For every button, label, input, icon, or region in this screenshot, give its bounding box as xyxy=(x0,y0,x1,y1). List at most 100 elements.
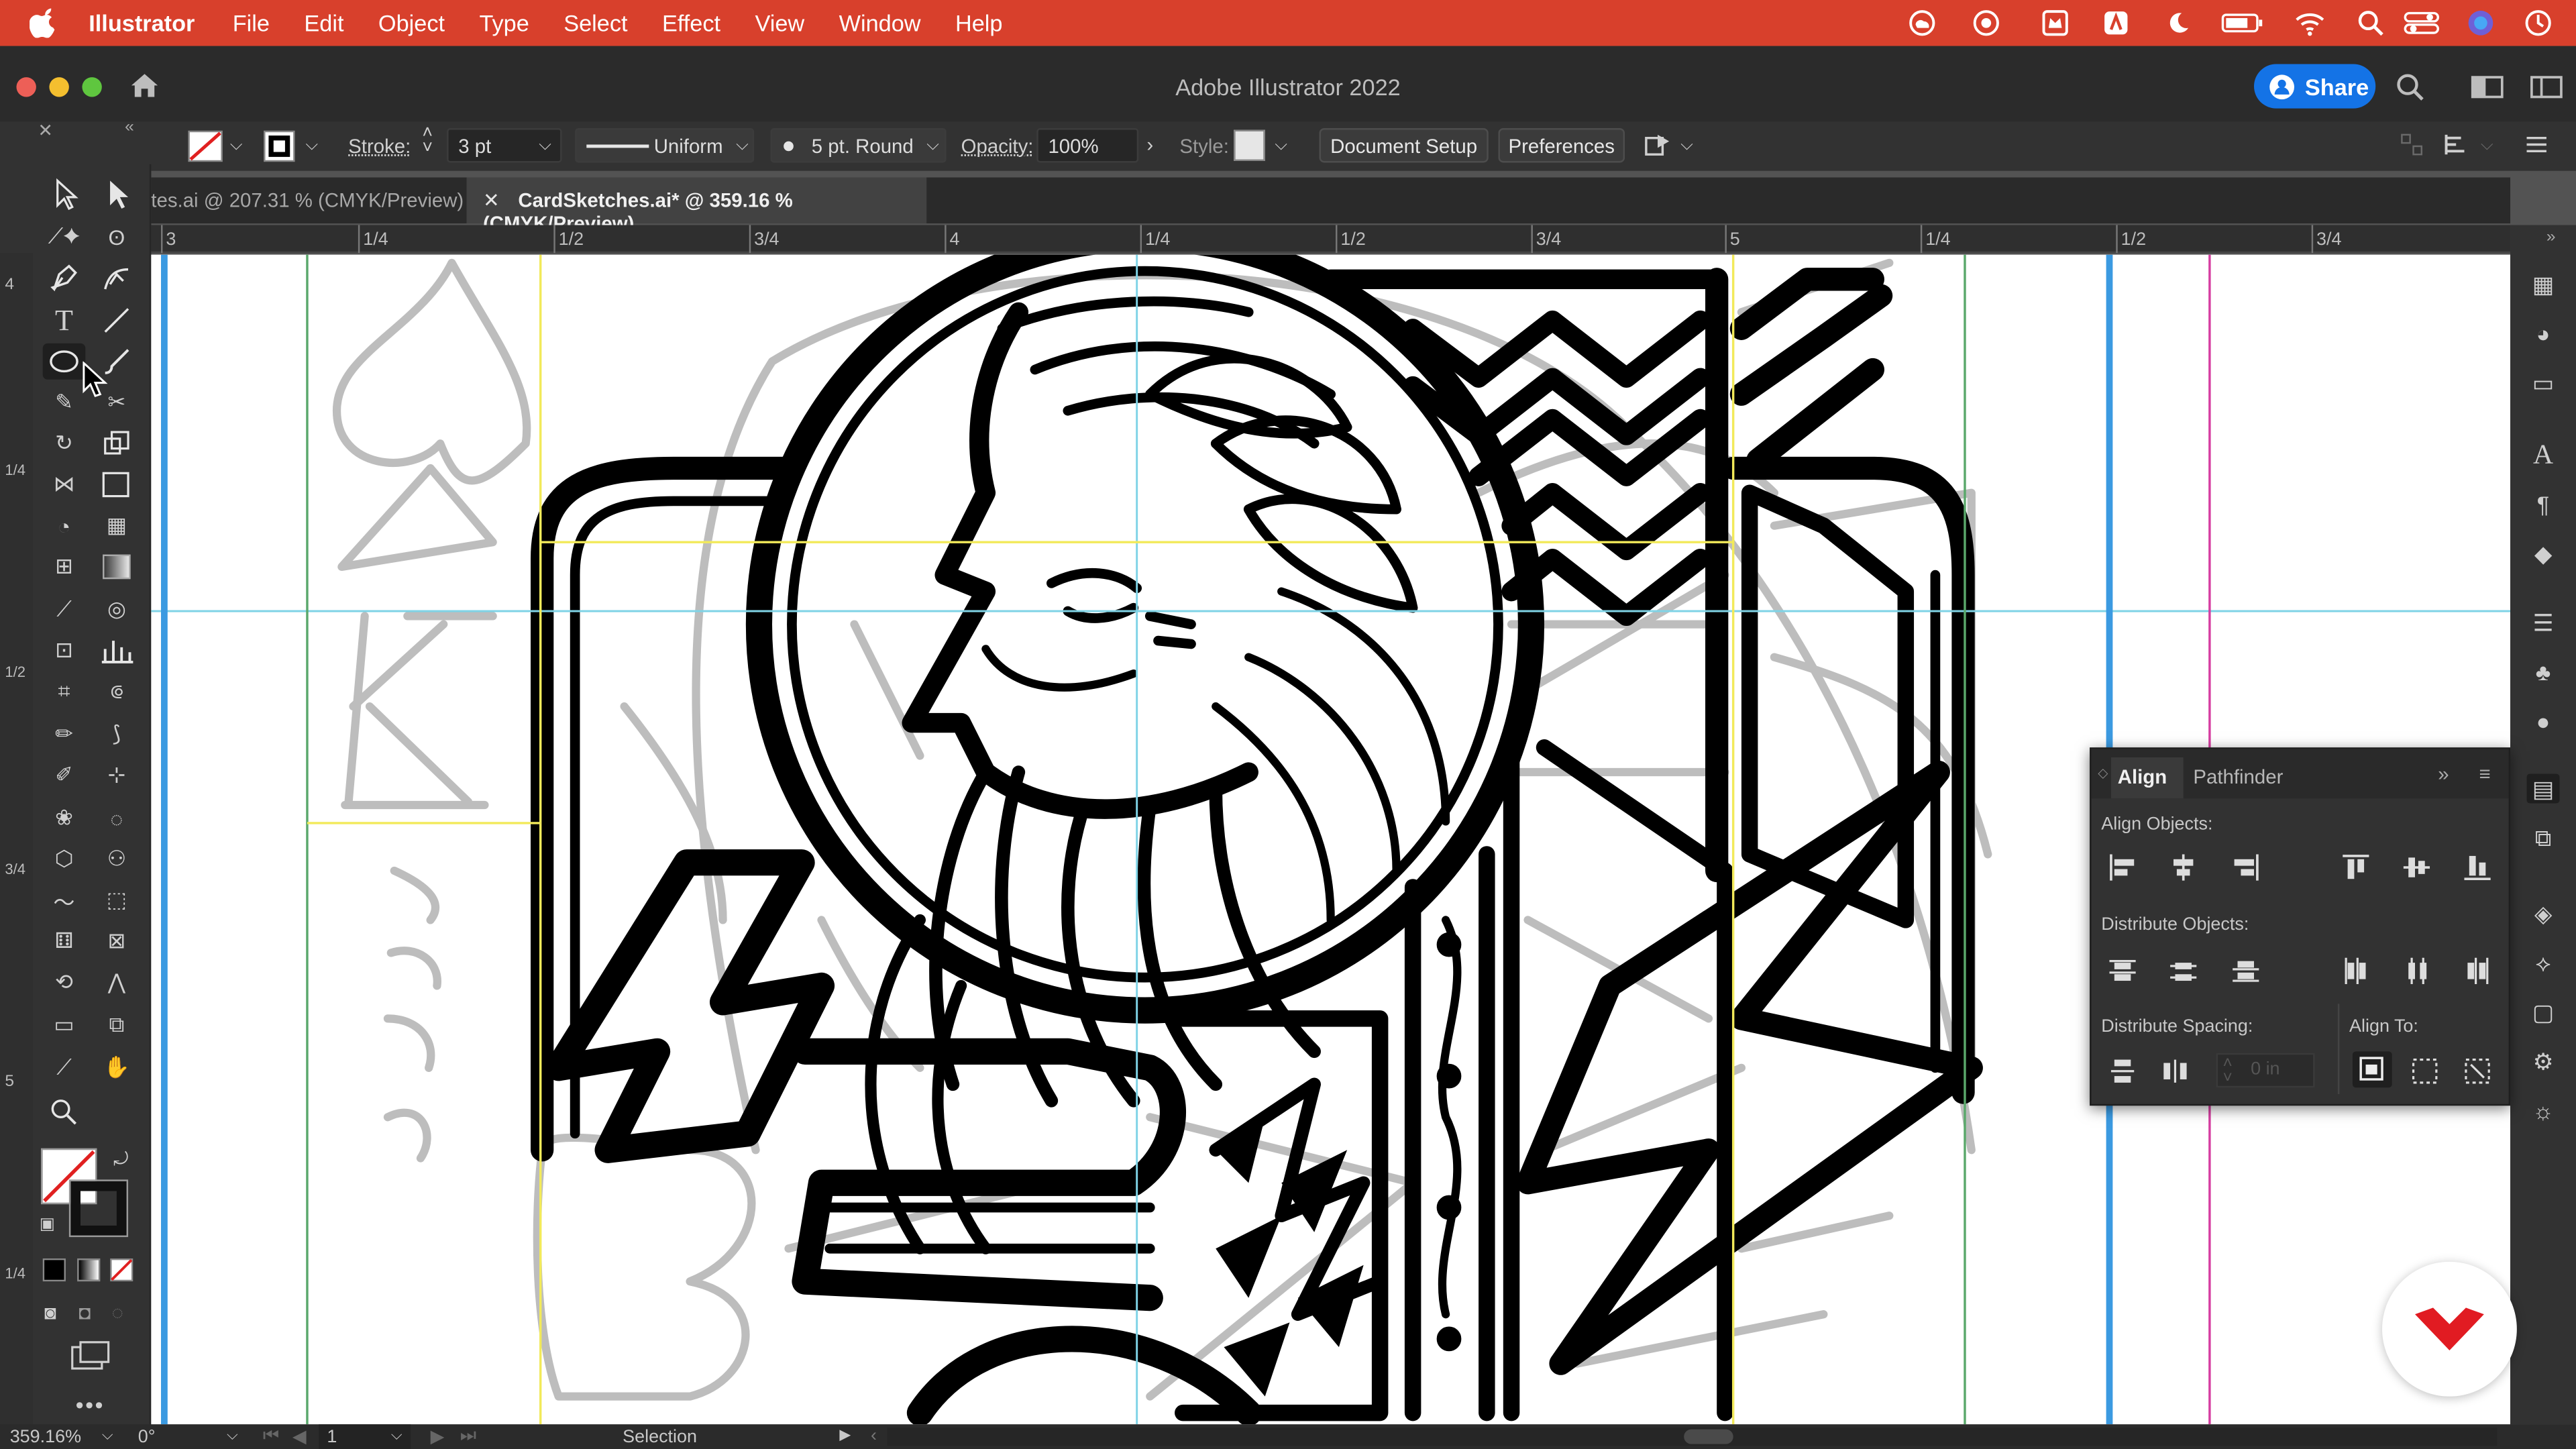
artboards-panel-icon[interactable]: ▢ xyxy=(2527,998,2560,1027)
previous-artboard-icon[interactable]: ◀ xyxy=(292,1426,307,1447)
sync-status-icon[interactable] xyxy=(1972,8,2001,38)
column-graph-tool-icon[interactable] xyxy=(95,633,138,669)
dice-tool-icon[interactable]: ⚅ xyxy=(43,923,86,959)
magic-wand-tool-icon[interactable]: ⟋✦ xyxy=(43,219,86,255)
pen-tool-icon[interactable] xyxy=(43,260,86,296)
first-artboard-icon[interactable]: ⏮ xyxy=(263,1426,279,1448)
path-eraser-tool-icon[interactable]: 〜 xyxy=(43,882,86,918)
align-panel-icon[interactable]: ▤ xyxy=(2526,773,2560,804)
preferences-button[interactable]: Preferences xyxy=(1498,128,1625,163)
opacity-expand-arrow[interactable]: › xyxy=(1146,133,1153,156)
draw-inside-icon[interactable]: ◌ xyxy=(112,1301,123,1324)
twirl-tool-icon[interactable]: ◌ xyxy=(95,800,138,837)
last-artboard-icon[interactable]: ⏭ xyxy=(460,1426,476,1448)
panel-menu-icon[interactable]: ≡ xyxy=(2479,762,2491,785)
print-tiling-tool-icon[interactable]: ⧉ xyxy=(95,1007,138,1043)
control-center-icon[interactable] xyxy=(2402,8,2441,38)
zoom-caret[interactable]: ⌵ xyxy=(102,1426,113,1444)
blob-brush-tool-icon[interactable]: ✐ xyxy=(43,757,86,794)
menu-view[interactable]: View xyxy=(755,10,804,36)
horizontal-scrollbar-track[interactable] xyxy=(887,1428,2498,1446)
ellipse-tool-icon[interactable] xyxy=(42,343,86,380)
artboard-number-field[interactable]: 1 ⌵ xyxy=(319,1424,411,1449)
siri-icon[interactable] xyxy=(2466,8,2496,38)
menu-type[interactable]: Type xyxy=(479,10,529,36)
adobe-app-icon[interactable] xyxy=(2101,8,2131,38)
symbol-sprayer-tool-icon[interactable]: ⊡ xyxy=(43,633,86,669)
layers-panel-icon[interactable]: ◈ xyxy=(2527,899,2560,928)
align-to-key-object-icon[interactable] xyxy=(2463,1057,2492,1086)
none-mode-button[interactable] xyxy=(110,1258,133,1282)
graphic-style-swatch[interactable] xyxy=(1234,129,1265,162)
spacing-stepper[interactable]: ˄ ˅ xyxy=(2222,1055,2232,1087)
mesh-tool-icon[interactable]: ⊞ xyxy=(43,549,86,585)
vertical-distribute-bottom-icon[interactable] xyxy=(2231,956,2261,985)
rotation-value[interactable]: 0° xyxy=(138,1428,156,1447)
horizontal-distribute-space-icon[interactable] xyxy=(2160,1057,2190,1086)
draw-behind-icon[interactable]: ◘ xyxy=(79,1301,91,1324)
crown-app-icon[interactable] xyxy=(2041,8,2070,38)
slice-tool-icon[interactable]: ⟃ xyxy=(95,674,138,710)
apple-icon[interactable] xyxy=(30,8,59,38)
dock-collapse-icon[interactable]: » xyxy=(2546,228,2556,246)
stroke-panel-icon[interactable]: ☰ xyxy=(2527,608,2560,637)
gradient-tool-icon[interactable] xyxy=(95,549,138,585)
stroke-swatch-large[interactable] xyxy=(68,1179,129,1238)
appearance-panel-icon[interactable]: ● xyxy=(2527,706,2560,736)
document-setup-button[interactable]: Document Setup xyxy=(1319,128,1489,163)
vertical-distribute-space-icon[interactable] xyxy=(2108,1057,2137,1086)
align-options-icon[interactable] xyxy=(2400,133,2423,156)
brush-definition-dropdown[interactable]: 5 pt. Round xyxy=(770,128,947,163)
artboard-caret[interactable]: ⌵ xyxy=(391,1426,402,1444)
swap-fill-stroke-icon[interactable]: ⤾ xyxy=(113,1150,128,1171)
free-transform-tool-icon[interactable] xyxy=(95,467,138,503)
battery-icon[interactable] xyxy=(2221,8,2264,38)
align-to-selection-icon[interactable] xyxy=(2410,1057,2440,1086)
next-artboard-icon[interactable]: ▶ xyxy=(431,1426,445,1447)
opentype-panel-icon[interactable]: ◆ xyxy=(2527,539,2560,568)
draw-normal-icon[interactable]: ◙ xyxy=(44,1301,56,1324)
fill-none-swatch[interactable] xyxy=(187,129,223,162)
stroke-weight-stepper[interactable]: ˄ ˅ xyxy=(422,124,433,157)
selection-tool-icon[interactable] xyxy=(43,176,86,212)
toolbar-collapse-icon[interactable]: « xyxy=(125,118,134,136)
scroll-left-arrow[interactable]: ‹ xyxy=(871,1426,877,1446)
anchor-point-tool-icon[interactable]: ⋀ xyxy=(95,965,138,1001)
brightness-panel-icon[interactable]: ☼ xyxy=(2527,1095,2560,1125)
smooth-tool-icon[interactable]: ⟆ xyxy=(95,716,138,753)
toolbar-close-icon[interactable]: ✕ xyxy=(38,120,53,141)
fill-dropdown-caret[interactable]: ⌵ xyxy=(230,136,243,154)
ruler-tool-icon[interactable]: ▭ xyxy=(43,1007,86,1043)
lasso-tool-icon[interactable]: ʘ xyxy=(95,219,138,255)
tab-pathfinder[interactable]: Pathfinder xyxy=(2193,765,2283,788)
width-tool-icon[interactable]: ⋈ xyxy=(43,467,86,503)
zoom-level[interactable]: 359.16% xyxy=(10,1428,81,1447)
panel-expand-icon[interactable]: » xyxy=(2438,762,2449,785)
vertical-distribute-top-icon[interactable] xyxy=(2108,956,2137,985)
type-tool-icon[interactable]: T xyxy=(43,303,86,339)
artboard-tool-icon[interactable]: ⌗ xyxy=(43,674,86,710)
crop-image-tool-icon[interactable]: ⊠ xyxy=(95,923,138,959)
eyedropper-small-tool-icon[interactable]: ⟋ xyxy=(43,1050,86,1086)
puppet-warp-tool-icon[interactable]: ⊹ xyxy=(95,757,138,794)
close-tab-icon[interactable]: ✕ xyxy=(483,189,500,212)
color-panel-icon[interactable]: ◕ xyxy=(2527,319,2560,348)
stroke-weight-caret[interactable]: ⌵ xyxy=(539,136,551,154)
transform-caret[interactable]: ⌵ xyxy=(2481,136,2493,154)
brushes-panel-icon[interactable]: ♣ xyxy=(2527,657,2560,687)
stroke-dropdown-caret[interactable]: ⌵ xyxy=(306,136,319,154)
vertical-align-bottom-icon[interactable] xyxy=(2463,853,2492,882)
horizontal-align-right-icon[interactable] xyxy=(2231,853,2261,882)
libraries-panel-icon[interactable]: ▦ xyxy=(2527,270,2560,299)
line-segment-tool-icon[interactable] xyxy=(95,303,138,339)
polygon-tool-icon[interactable]: ⬡ xyxy=(43,841,86,877)
transform-options-icon[interactable] xyxy=(2443,131,2469,158)
blend-tool-icon[interactable]: ◎ xyxy=(95,592,138,628)
clock-widget-icon[interactable] xyxy=(2524,8,2553,38)
pencil-tool-icon[interactable]: ✏ xyxy=(43,716,86,753)
moon-icon[interactable] xyxy=(2162,8,2192,38)
direct-selection-tool-icon[interactable] xyxy=(95,176,138,212)
recolor-artwork-icon[interactable] xyxy=(1643,131,1672,161)
properties-panel-icon[interactable]: ⚙ xyxy=(2527,1046,2560,1076)
glasses-tool-icon[interactable]: ⚇ xyxy=(95,841,138,877)
